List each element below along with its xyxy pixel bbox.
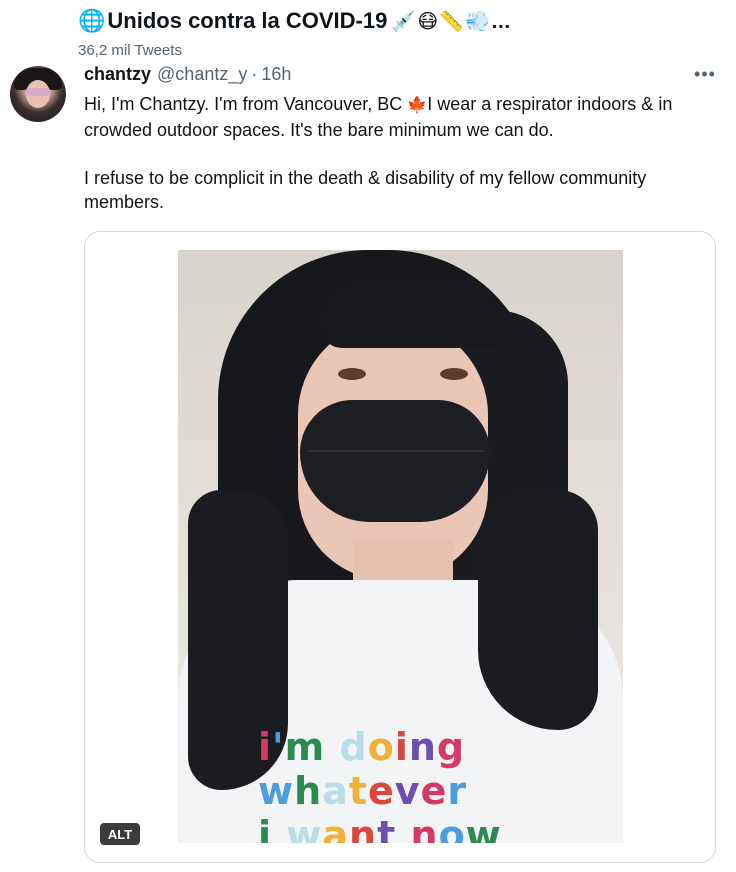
photo-eye-left (338, 368, 366, 380)
shirt-print: i'm doing whatever i want now (258, 725, 598, 843)
tweet-text: Hi, I'm Chantzy. I'm from Vancouver, BC … (84, 92, 724, 214)
shirt-line-3: i want now (258, 813, 502, 843)
photo-mask (300, 400, 490, 522)
tweet-text-line1a: Hi, I'm Chantzy. I'm from Vancouver, BC (84, 94, 408, 114)
maple-leaf-icon: 🍁 (407, 97, 428, 114)
tweet-count: 36,2 mil Tweets (78, 42, 182, 59)
alt-badge[interactable]: ALT (100, 823, 140, 845)
shirt-line-2: whatever (258, 769, 468, 813)
separator-dot: · (251, 63, 258, 84)
photo-bangs (318, 278, 503, 348)
author-handle[interactable]: @chantz_y (157, 64, 247, 85)
media-card: i'm doing whatever i want now ALT (84, 231, 716, 863)
tweet-paragraph-2: I refuse to be complicit in the death & … (84, 168, 647, 212)
shirt-line-1: i'm doing (258, 725, 466, 769)
community-title-text: Unidos contra la COVID-19 (107, 8, 388, 33)
tweet-photo[interactable]: i'm doing whatever i want now (178, 250, 623, 843)
tweet-author-row: chantzy @chantz_y · 16h (84, 62, 291, 86)
tweet-timestamp[interactable]: 16h (261, 64, 291, 85)
photo-hair-front-right (478, 490, 598, 730)
tweet-paragraph-1: Hi, I'm Chantzy. I'm from Vancouver, BC … (84, 92, 724, 142)
photo-eye-right (440, 368, 468, 380)
avatar[interactable] (10, 66, 66, 122)
community-header: 🌐 Unidos contra la COVID-19 💉😷📏💨… 36,2 m… (0, 0, 736, 66)
more-icon[interactable]: ••• (690, 64, 720, 84)
photo-mask-fold (308, 450, 484, 452)
community-title[interactable]: 🌐 Unidos contra la COVID-19 💉😷📏💨… (78, 6, 512, 36)
globe-icon: 🌐 (78, 8, 106, 33)
author-name[interactable]: chantzy (84, 64, 151, 85)
avatar-glasses (25, 88, 51, 96)
title-emoji-tail: 💉😷📏💨… (391, 10, 512, 33)
